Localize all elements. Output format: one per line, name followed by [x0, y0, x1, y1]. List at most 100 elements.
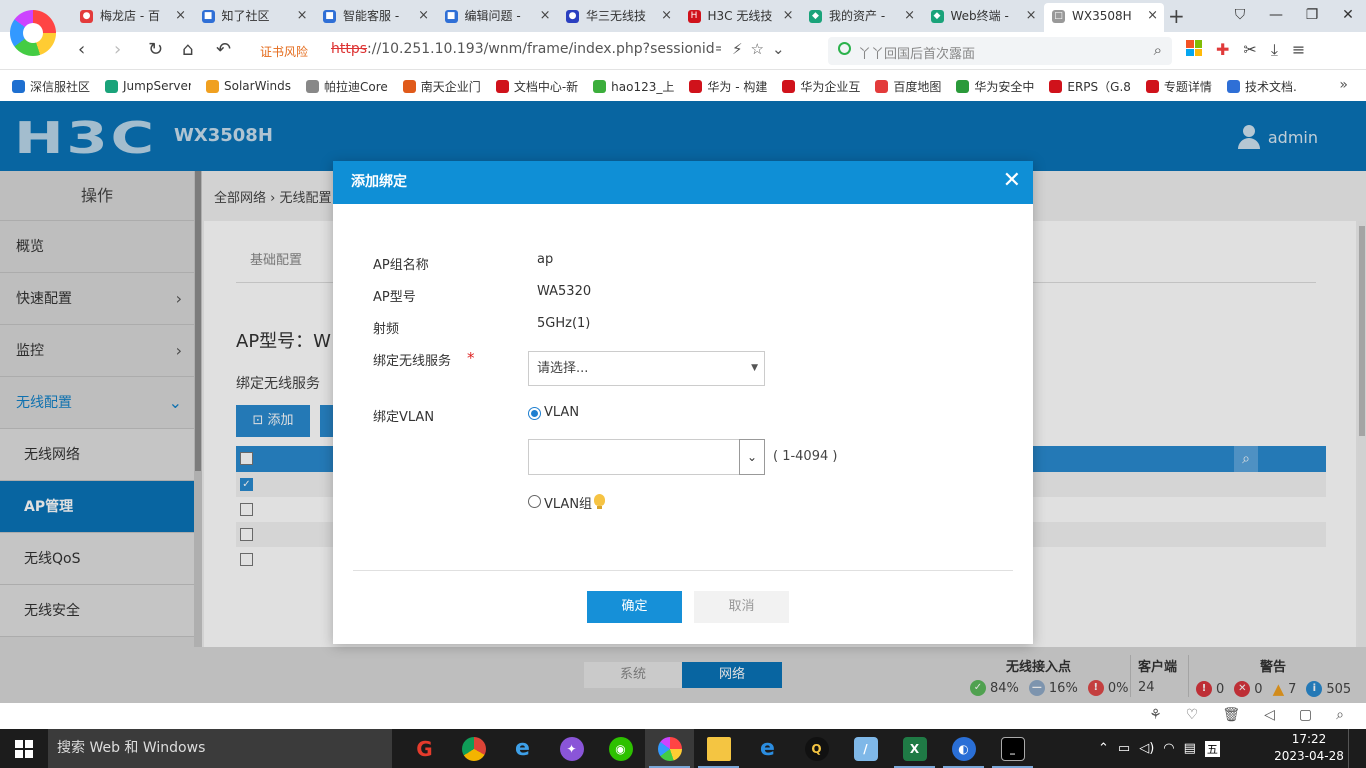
taskbar-app-edge[interactable]: e	[743, 729, 792, 768]
bookmark-item[interactable]: SolarWinds	[206, 78, 291, 95]
show-desktop-button[interactable]	[1348, 729, 1366, 768]
vlan-group-radio-label[interactable]: VLAN组	[544, 493, 592, 512]
close-icon[interactable]: ✕	[1003, 161, 1021, 201]
bookmark-item[interactable]: 华为安全中	[956, 78, 1034, 95]
taskbar-app-purple[interactable]: ✦	[547, 729, 596, 768]
undo-close-icon[interactable]: ↶	[216, 40, 231, 60]
bookmark-item[interactable]: ERPS（G.8	[1049, 78, 1131, 95]
volume-icon[interactable]: ◁)	[1139, 741, 1154, 756]
confirm-button[interactable]: 确定	[587, 591, 682, 623]
browser-tab[interactable]: ● 梅龙店 - 百 ×	[72, 3, 192, 32]
browser-tab[interactable]: ■ 知了社区 ×	[194, 3, 314, 32]
chevron-down-icon[interactable]: ⌄	[739, 439, 765, 475]
close-tab-icon[interactable]: ×	[904, 3, 915, 29]
download-icon[interactable]: ⤓	[1271, 40, 1278, 60]
taskbar-app-remote[interactable]: ◐	[939, 729, 988, 768]
cancel-button[interactable]: 取消	[694, 591, 789, 623]
close-tab-icon[interactable]: ×	[1147, 3, 1158, 29]
taskbar-app-360[interactable]	[645, 729, 694, 768]
bookmarks-more-icon[interactable]: »	[1339, 77, 1348, 93]
tab-label: 我的资产 -	[829, 9, 886, 23]
message-icon[interactable]: ▤	[1184, 741, 1196, 756]
back-icon[interactable]: ‹	[78, 40, 85, 60]
game-icon[interactable]: ✚	[1216, 40, 1229, 60]
vlan-group-radio[interactable]	[528, 495, 541, 508]
reload-icon[interactable]: ↻	[148, 40, 163, 60]
home-icon[interactable]: ⌂	[182, 40, 193, 60]
scissors-icon[interactable]: ✂	[1243, 40, 1256, 60]
windows-start-icon[interactable]	[15, 740, 33, 758]
close-tab-icon[interactable]: ×	[1026, 3, 1037, 29]
taskbar-app-excel[interactable]: X	[890, 729, 939, 768]
bookmark-label: hao123_上	[611, 79, 675, 94]
close-tab-icon[interactable]: ×	[661, 3, 672, 29]
taskbar-app-wechat[interactable]: ◉	[596, 729, 645, 768]
url-action-icons[interactable]: ⚡☆⌄	[732, 40, 793, 58]
bookmark-label: 南天企业门	[420, 79, 481, 94]
taskbar-app-chrome[interactable]	[449, 729, 498, 768]
browser-menu-icon[interactable]: ⛉	[1222, 0, 1258, 32]
bookmark-icon	[402, 79, 416, 93]
url-field[interactable]: 证书风险 https://10.251.10.193/wnm/frame/ind…	[250, 37, 810, 65]
new-tab-button[interactable]: +	[1168, 4, 1185, 28]
taskbar-app-ie[interactable]: e	[498, 729, 547, 768]
browser-tab[interactable]: ◆ Web终端 - ×	[923, 3, 1043, 32]
accelerate-icon[interactable]: ⚘	[1149, 707, 1162, 723]
bookmark-item[interactable]: 华为企业互	[782, 78, 860, 95]
tray-expand-icon[interactable]: ⌃	[1098, 741, 1109, 756]
ime-indicator[interactable]: 五	[1204, 740, 1220, 757]
minimize-button[interactable]: —	[1258, 0, 1294, 32]
vlan-radio[interactable]	[528, 407, 541, 420]
network-icon[interactable]: ▭	[1118, 741, 1130, 756]
bookmark-item[interactable]: JumpServer	[105, 78, 191, 95]
browser-tab[interactable]: ● 华三无线技 ×	[558, 3, 678, 32]
taskbar-search-input[interactable]: 搜索 Web 和 Windows	[48, 729, 392, 768]
close-tab-icon[interactable]: ×	[783, 3, 794, 29]
bookmark-item[interactable]: hao123_上	[593, 78, 674, 95]
bookmark-item[interactable]: 南天企业门	[402, 78, 481, 95]
browser-logo[interactable]	[10, 10, 56, 56]
qq-icon: Q	[804, 736, 829, 761]
browser-tab[interactable]: ■ 智能客服 - ×	[315, 3, 435, 32]
apps-icon[interactable]	[1186, 40, 1202, 56]
bookmark-item[interactable]: 技术文档.	[1226, 78, 1297, 95]
close-tab-icon[interactable]: ×	[175, 3, 186, 29]
bookmark-item[interactable]: 百度地图	[875, 78, 941, 95]
browser-search-input[interactable]: 丫丫回国后首次露面 ⌕	[828, 37, 1172, 65]
close-tab-icon[interactable]: ×	[418, 3, 429, 29]
lightbulb-icon[interactable]	[594, 494, 605, 509]
search-icon[interactable]: ⌕	[1154, 41, 1162, 59]
close-tab-icon[interactable]: ×	[297, 3, 308, 29]
taskbar-app-notes[interactable]: /	[841, 729, 890, 768]
close-window-button[interactable]: ✕	[1330, 0, 1366, 32]
restore-button[interactable]: ❐	[1294, 0, 1330, 32]
cert-warning-label[interactable]: 证书风险	[260, 43, 308, 60]
url-text[interactable]: https://10.251.10.193/wnm/frame/index.ph…	[331, 41, 721, 57]
zoom-icon[interactable]: ⌕	[1336, 707, 1344, 723]
vlan-radio-label[interactable]: VLAN	[544, 405, 579, 420]
close-tab-icon[interactable]: ×	[540, 3, 551, 29]
heart-icon[interactable]: ♡	[1186, 707, 1199, 723]
trash-icon[interactable]: 🗑	[1222, 707, 1240, 723]
taskbar-app-explorer[interactable]	[694, 729, 743, 768]
volume-icon[interactable]: ◁	[1264, 707, 1275, 723]
taskbar-app-g[interactable]: G	[400, 729, 449, 768]
bookmark-item[interactable]: 专题详情	[1145, 78, 1212, 95]
clock[interactable]: 17:22 2023-04-28	[1274, 731, 1344, 765]
wifi-icon[interactable]: ◠	[1163, 741, 1174, 756]
bookmark-item[interactable]: 深信服社区	[12, 78, 90, 95]
bookmark-item[interactable]: 华为 - 构建	[689, 78, 767, 95]
browser-tab[interactable]: ◆ 我的资产 - ×	[801, 3, 921, 32]
browser-tab[interactable]: □ WX3508H ×	[1044, 3, 1164, 32]
taskbar-app-qq[interactable]: Q	[792, 729, 841, 768]
forward-icon[interactable]: ›	[114, 40, 121, 60]
vlan-id-input[interactable]	[528, 439, 740, 475]
menu-icon[interactable]: ≡	[1292, 40, 1305, 60]
bookmark-item[interactable]: 文档中心-新	[495, 78, 578, 95]
service-select[interactable]: 请选择... ▼	[528, 351, 765, 386]
taskbar-app-terminal[interactable]: _	[988, 729, 1037, 768]
browser-tab[interactable]: ■ 编辑问题 - ×	[437, 3, 557, 32]
browser-tab[interactable]: H H3C 无线技 ×	[680, 3, 800, 32]
window-icon[interactable]: ▢	[1299, 707, 1312, 723]
bookmark-item[interactable]: 帕拉迪Core	[306, 78, 388, 95]
